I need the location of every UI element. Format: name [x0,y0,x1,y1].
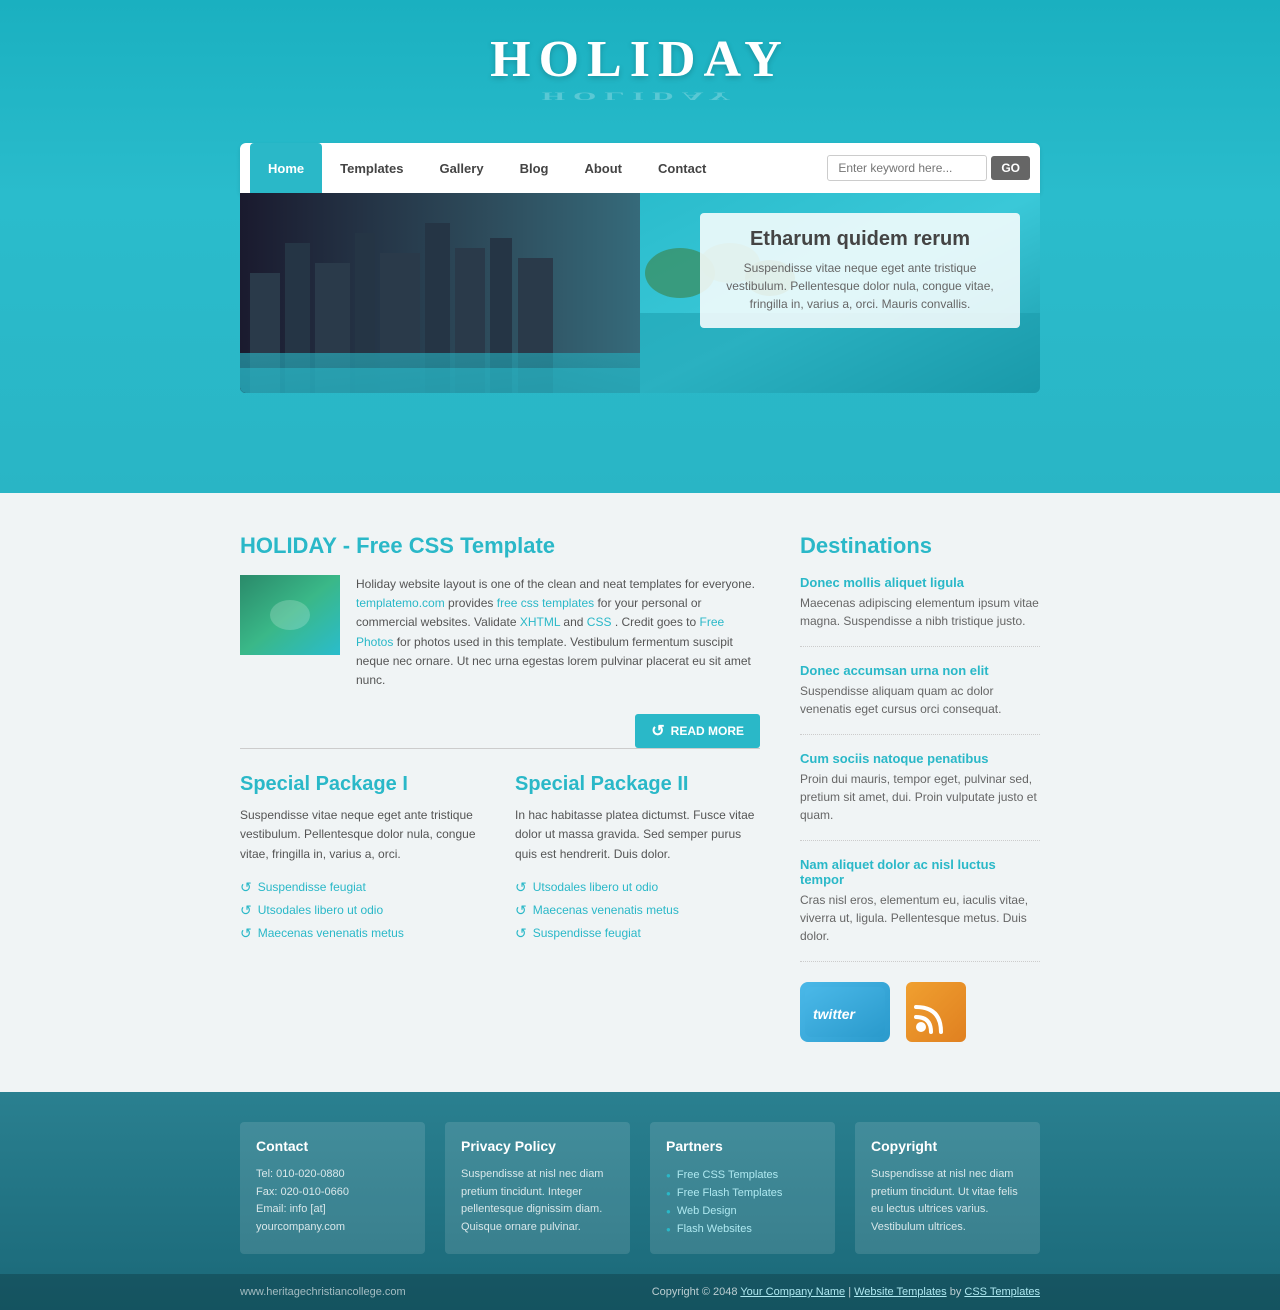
nav-blog[interactable]: Blog [502,143,567,193]
nav-home[interactable]: Home [250,143,322,193]
dest-link-2[interactable]: Donec accumsan urna non elit [800,663,1040,678]
css-templates-link[interactable]: CSS Templates [964,1286,1040,1298]
list-item: Utsodales libero ut odio [515,876,760,899]
dest-item-2: Donec accumsan urna non elit Suspendisse… [800,663,1040,735]
social-icons: twitter [800,982,1040,1042]
footer-list-item: Free CSS Templates [666,1166,819,1184]
content-thumbnail [240,575,340,655]
dest-link-4[interactable]: Nam aliquet dolor ac nisl luctus tempor [800,857,1040,887]
hero-body: Suspendisse vitae neque eget ante tristi… [718,259,1002,313]
nav-about[interactable]: About [566,143,640,193]
company-name-link[interactable]: Your Company Name [740,1286,845,1298]
footer-list-item: Web Design [666,1202,819,1220]
read-more-button[interactable]: ↺ READ MORE [635,714,760,748]
list-item: Utsodales libero ut odio [240,899,485,922]
nav-contact[interactable]: Contact [640,143,724,193]
flash-websites-link[interactable]: Flash Websites [677,1223,752,1235]
rss-icon[interactable] [906,982,966,1042]
footer-privacy-text: Suspendisse at nisl nec diam pretium tin… [461,1166,614,1236]
sidebar: Destinations Donec mollis aliquet ligula… [800,533,1040,1042]
footer-copyright-text: Suspendisse at nisl nec diam pretium tin… [871,1166,1024,1236]
dest-item-1: Donec mollis aliquet ligula Maecenas adi… [800,575,1040,647]
free-css-link[interactable]: free css templates [497,596,594,610]
footer-bottom: www.heritagechristiancollege.com Copyrig… [0,1274,1280,1310]
package-1-title: Special Package I [240,773,485,796]
footer-url: www.heritagechristiancollege.com [240,1286,406,1298]
package-2-text: In hac habitasse platea dictumst. Fusce … [515,806,760,864]
footer-col-privacy: Privacy Policy Suspendisse at nisl nec d… [445,1122,630,1254]
free-css-templates-link[interactable]: Free CSS Templates [677,1169,778,1181]
dest-text-3: Proin dui mauris, tempor eget, pulvinar … [800,770,1040,824]
free-flash-templates-link[interactable]: Free Flash Templates [677,1187,783,1199]
package-2-list: Utsodales libero ut odio Maecenas venena… [515,876,760,945]
footer-col-copyright: Copyright Suspendisse at nisl nec diam p… [855,1122,1040,1254]
footer-col-contact: Contact Tel: 010-020-0880 Fax: 020-010-0… [240,1122,425,1254]
dest-text-2: Suspendisse aliquam quam ac dolor venena… [800,682,1040,718]
hero-heading: Etharum quidem rerum [718,228,1002,251]
package-2: Special Package II In hac habitasse plat… [515,773,760,945]
footer-contact-text: Tel: 010-020-0880 Fax: 020-010-0660 Emai… [256,1166,409,1236]
package-1-text: Suspendisse vitae neque eget ante tristi… [240,806,485,864]
packages-section: Special Package I Suspendisse vitae nequ… [240,773,760,945]
list-item: Suspendisse feugiat [240,876,485,899]
hero-text-box: Etharum quidem rerum Suspendisse vitae n… [700,213,1020,328]
package-2-title: Special Package II [515,773,760,796]
web-design-link[interactable]: Web Design [677,1205,737,1217]
dest-text-4: Cras nisl eros, elementum eu, iaculis vi… [800,891,1040,945]
nav-gallery[interactable]: Gallery [421,143,501,193]
search-input[interactable] [827,155,987,181]
footer-col-partners: Partners Free CSS Templates Free Flash T… [650,1122,835,1254]
package-1: Special Package I Suspendisse vitae nequ… [240,773,485,945]
read-more-icon: ↺ [651,721,664,741]
css-link[interactable]: CSS [587,615,612,629]
main-title: HOLIDAY - Free CSS Template [240,533,760,559]
footer-list-item: Free Flash Templates [666,1184,819,1202]
footer-copyright-title: Copyright [871,1138,1024,1154]
search-button[interactable]: GO [991,156,1030,180]
dest-text-1: Maecenas adipiscing elementum ipsum vita… [800,594,1040,630]
website-templates-link[interactable]: Website Templates [854,1286,947,1298]
twitter-icon[interactable]: twitter [800,982,890,1042]
dest-item-3: Cum sociis natoque penatibus Proin dui m… [800,751,1040,841]
footer: Contact Tel: 010-020-0880 Fax: 020-010-0… [0,1092,1280,1310]
nav-templates[interactable]: Templates [322,143,421,193]
hero-banner: Etharum quidem rerum Suspendisse vitae n… [240,193,1040,393]
site-title-reflection: HOLIDAY [240,89,1040,103]
xhtml-link[interactable]: XHTML [520,615,560,629]
footer-copyright-bar: Copyright © 2048 Your Company Name | Web… [652,1286,1040,1298]
sidebar-title: Destinations [800,533,1040,559]
dest-link-1[interactable]: Donec mollis aliquet ligula [800,575,1040,590]
site-title: HOLIDAY [240,30,1040,89]
footer-contact-title: Contact [256,1138,409,1154]
templatemo-link[interactable]: templatemo.com [356,596,445,610]
footer-list-item: Flash Websites [666,1220,819,1238]
footer-partners-title: Partners [666,1138,819,1154]
dest-link-3[interactable]: Cum sociis natoque penatibus [800,751,1040,766]
main-content: HOLIDAY - Free CSS Template [240,533,760,1042]
svg-text:twitter: twitter [813,1006,857,1022]
footer-privacy-title: Privacy Policy [461,1138,614,1154]
list-item: Maecenas venenatis metus [240,922,485,945]
package-1-list: Suspendisse feugiat Utsodales libero ut … [240,876,485,945]
dest-item-4: Nam aliquet dolor ac nisl luctus tempor … [800,857,1040,962]
list-item: Suspendisse feugiat [515,922,760,945]
footer-partners-list: Free CSS Templates Free Flash Templates … [666,1166,819,1238]
content-body: Holiday website layout is one of the cle… [356,575,760,690]
list-item: Maecenas venenatis metus [515,899,760,922]
